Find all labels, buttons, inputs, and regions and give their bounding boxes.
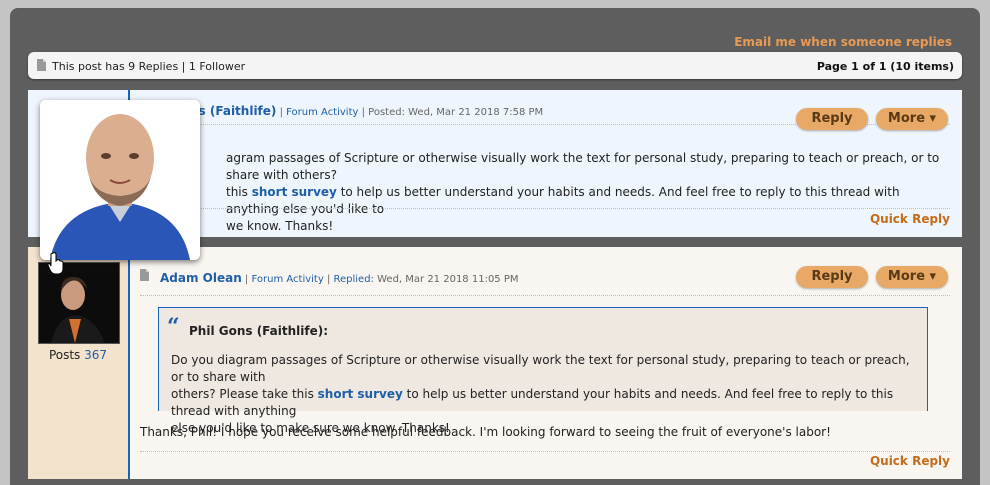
post-author-link[interactable]: Adam Olean: [160, 271, 242, 285]
divider: [140, 451, 950, 452]
replied-date: Wed, Mar 21 2018 11:05 PM: [373, 274, 519, 285]
post-body-line: this short survey to help us better unde…: [226, 184, 956, 218]
pagination-text: Page 1 of 1 (10 items): [816, 60, 954, 73]
quick-reply-link[interactable]: Quick Reply: [870, 454, 950, 468]
survey-link[interactable]: short survey: [252, 185, 337, 199]
survey-link[interactable]: short survey: [318, 387, 403, 401]
post-body-line: we know. Thanks!: [226, 219, 334, 233]
quote-author: Phil Gons (Faithlife):: [189, 324, 329, 338]
document-icon: [140, 269, 149, 284]
separator: |: [276, 107, 287, 118]
quote-icon: “: [167, 314, 180, 340]
pointer-hand-icon: [47, 252, 64, 277]
reply-button[interactable]: Reply: [796, 108, 868, 130]
reply-button[interactable]: Reply: [796, 266, 868, 288]
post-author-column: Posts 367: [28, 247, 130, 479]
replied-label: Replied:: [333, 274, 374, 285]
posts-count-link[interactable]: 367: [84, 348, 107, 362]
email-replies-link[interactable]: Email me when someone replies: [734, 35, 952, 49]
quote-line: Do you diagram passages of Scripture or …: [171, 353, 910, 384]
text-fragment: this: [226, 185, 252, 199]
document-icon: [37, 59, 46, 74]
forum-activity-link[interactable]: Forum Activity: [251, 274, 323, 285]
forum-activity-link[interactable]: Forum Activity: [286, 107, 358, 118]
post-count: Posts 367: [28, 348, 128, 362]
post-header: Adam Olean | Forum Activity | Replied: W…: [140, 259, 950, 296]
separator: |: [323, 274, 334, 285]
posts-label: Posts: [48, 348, 81, 362]
text-fragment: others? Please take this: [171, 387, 318, 401]
more-menu-button[interactable]: More ▾: [876, 266, 948, 288]
divider: [140, 208, 950, 209]
forum-post-2: Posts 367 Adam Olean | Forum Activity | …: [28, 247, 962, 479]
reply-count-text: This post has 9 Replies | 1 Follower: [52, 60, 246, 73]
thread-info-bar: This post has 9 Replies | 1 Follower Pag…: [28, 52, 962, 79]
quick-reply-link[interactable]: Quick Reply: [870, 212, 950, 226]
quote-line: others? Please take this short survey to…: [171, 386, 915, 420]
post-author-link[interactable]: ns (Faithlife): [190, 104, 276, 118]
posted-date: | Posted: Wed, Mar 21 2018 7:58 PM: [358, 107, 544, 118]
post-body-line: agram passages of Scripture or otherwise…: [226, 151, 940, 182]
more-menu-button[interactable]: More ▾: [876, 108, 948, 130]
avatar-hover-card: [40, 100, 200, 260]
quoted-post: “ Phil Gons (Faithlife): Do you diagram …: [158, 307, 928, 435]
avatar-photo: [40, 100, 200, 260]
post-header: ns (Faithlife) | Forum Activity | Posted…: [140, 90, 950, 130]
post-body: agram passages of Scripture or otherwise…: [226, 150, 956, 235]
post-body: Thanks, Phil! I hope you receive some he…: [140, 425, 831, 439]
